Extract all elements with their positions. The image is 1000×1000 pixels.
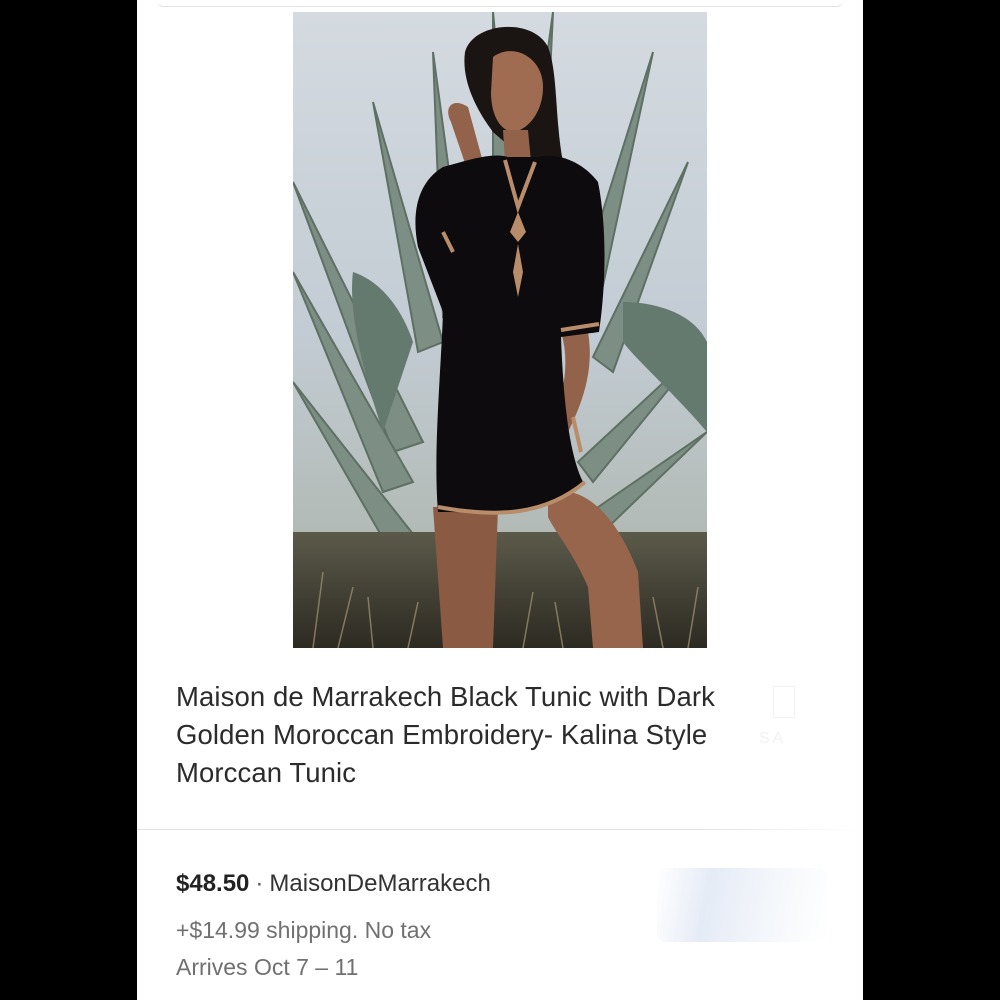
product-image[interactable] (293, 12, 707, 648)
tag-icon: SA (749, 680, 839, 770)
arrival-estimate: Arrives Oct 7 – 11 (176, 954, 359, 980)
seller-name[interactable]: MaisonDeMarrakech (269, 870, 490, 897)
price-seller-line: $48.50 · MaisonDeMarrakech (176, 870, 491, 898)
separator: · (255, 870, 264, 897)
previous-card-edge (157, 0, 843, 7)
price: $48.50 (176, 870, 250, 897)
divider (137, 829, 693, 830)
action-button[interactable] (657, 868, 827, 942)
divider-fade (693, 829, 863, 830)
listing-title[interactable]: Maison de Marrakech Black Tunic with Dar… (176, 678, 736, 792)
shipping-info: +$14.99 shipping. No tax (176, 917, 432, 943)
listing-card[interactable]: Maison de Marrakech Black Tunic with Dar… (137, 0, 863, 1000)
